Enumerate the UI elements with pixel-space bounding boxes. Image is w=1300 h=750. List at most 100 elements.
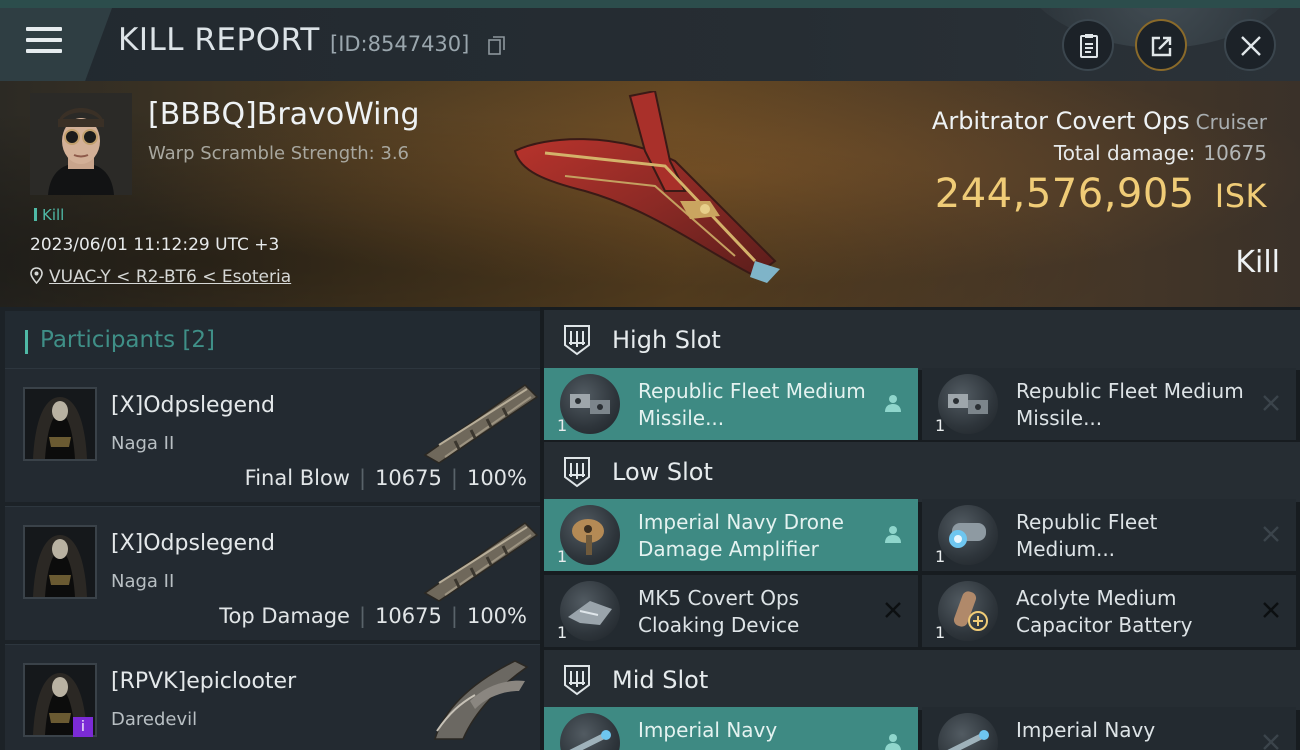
participant-row[interactable]: [X]Odpslegend Naga II Top Damage | 10675 | 1… [5, 506, 540, 640]
mid-slot-header: Mid Slot [544, 650, 1300, 710]
victim-pilot-name[interactable]: [BBBQ]BravoWing [148, 97, 420, 132]
participant-role: Final Blow [244, 466, 350, 490]
victim-banner: [BBBQ]BravoWing Warp Scramble Strength: … [0, 81, 1300, 307]
kill-location[interactable]: VUAC-Y < R2-BT6 < Esoteria [30, 267, 291, 287]
low-slot-header: Low Slot [544, 442, 1300, 502]
location-pin-icon [30, 267, 43, 285]
participant-row[interactable]: [X]Odpslegend Naga II Final Blow | 10675 | 1… [5, 368, 540, 502]
close-icon [1263, 526, 1279, 542]
header-bar: KILL REPORT [ID:8547430] [0, 8, 1300, 81]
participant-portrait [23, 525, 97, 599]
participant-damage: 10675 [375, 604, 442, 628]
pilot-portrait[interactable] [30, 93, 132, 195]
close-icon [1263, 734, 1279, 750]
participant-percent: 100% [466, 604, 527, 628]
pilot-avatar-icon [30, 93, 132, 195]
hooded-avatar-icon [33, 397, 87, 459]
kill-timestamp: 2023/06/01 11:12:29 UTC +3 [30, 235, 280, 255]
low-slot-label: Low Slot [612, 458, 713, 486]
imperial-navy-module-icon [560, 713, 620, 750]
participants-panel: Participants [2] [X]Odpslegend Naga II F… [0, 307, 540, 750]
mid-slot-icon [564, 665, 590, 696]
share-button[interactable] [1135, 19, 1187, 71]
module-item[interactable]: 1 MK5 Covert Ops Cloaking Device [544, 575, 918, 647]
kill-id: [ID:8547430] [330, 32, 470, 56]
close-icon [1241, 36, 1261, 56]
drone-amplifier-icon [560, 505, 620, 565]
participant-percent: 100% [466, 466, 527, 490]
hooded-avatar-icon [33, 535, 87, 597]
result-label: Kill [1235, 245, 1280, 280]
fitting-panel: High Slot 1 Republic Fleet Medium Missil… [540, 307, 1300, 750]
mid-slot-label: Mid Slot [612, 666, 709, 694]
participant-stats: Top Damage | 10675 | 100% [219, 604, 527, 628]
ballistic-control-icon [938, 505, 998, 565]
close-icon [885, 602, 901, 618]
participant-ship-image [433, 660, 529, 740]
module-item[interactable]: 1 Imperial Navy Drone Damage Amplifier [544, 499, 918, 571]
participant-name: [RPVK]epiclooter [111, 669, 297, 694]
top-strip [0, 0, 1300, 8]
participants-header[interactable]: Participants [2] [5, 311, 540, 373]
participant-ship: Naga II [111, 571, 175, 592]
participant-role: Top Damage [219, 604, 350, 628]
high-slot-header: High Slot [544, 310, 1300, 370]
module-quantity: 1 [557, 416, 568, 435]
participant-ship: Daredevil [111, 709, 198, 730]
module-item[interactable]: 1 Republic Fleet Medium Missile... [922, 368, 1296, 440]
copy-icon[interactable] [488, 36, 505, 55]
participant-stats: Final Blow | 10675 | 100% [244, 466, 527, 490]
participant-name: [X]Odpslegend [111, 393, 276, 418]
module-name: Imperial Navy Drone Damage Amplifier [638, 510, 844, 561]
module-quantity: 1 [557, 623, 568, 642]
module-item[interactable]: 1 Acolyte Medium Capacitor Battery [922, 575, 1296, 647]
high-slot-label: High Slot [612, 326, 721, 354]
module-name: Imperial Navy [1016, 718, 1156, 742]
imperial-navy-module-icon [938, 713, 998, 750]
module-quantity: 1 [935, 547, 946, 566]
high-slot-icon [564, 325, 590, 356]
missile-launcher-icon [560, 374, 620, 434]
info-badge: i [73, 717, 93, 737]
module-name: Republic Fleet Medium... [1016, 510, 1158, 561]
warp-scramble-strength: Warp Scramble Strength: 3.6 [148, 143, 410, 164]
total-damage: Total damage: 10675 [1053, 141, 1267, 165]
participants-title: Participants [2] [40, 327, 215, 353]
low-slot-icon [564, 457, 590, 488]
cloaking-device-icon [560, 581, 620, 641]
location-link[interactable]: VUAC-Y < R2-BT6 < Esoteria [49, 267, 291, 287]
isk-value: 244,576,905 ISK [934, 171, 1267, 217]
participant-ship-image [423, 522, 539, 602]
participant-ship: Naga II [111, 433, 175, 454]
participant-damage: 10675 [375, 466, 442, 490]
module-item[interactable]: 1 Republic Fleet Medium Missile... [544, 368, 918, 440]
module-quantity: 1 [935, 623, 946, 642]
clipboard-button[interactable] [1062, 19, 1114, 71]
person-icon [885, 526, 901, 543]
close-button[interactable] [1224, 19, 1276, 71]
victim-ship-image [513, 91, 780, 283]
hamburger-icon [26, 27, 62, 53]
menu-button[interactable] [0, 8, 112, 81]
module-name: Acolyte Medium Capacitor Battery [1016, 586, 1193, 637]
page-title: KILL REPORT [118, 22, 320, 58]
module-item[interactable]: Imperial Navy [544, 707, 918, 750]
missile-launcher-icon [938, 374, 998, 434]
share-icon [1151, 36, 1172, 57]
person-icon [885, 734, 901, 750]
module-item[interactable]: Imperial Navy [922, 707, 1296, 750]
close-icon [1263, 395, 1279, 411]
total-damage-value: 10675 [1203, 141, 1267, 165]
module-quantity: 1 [935, 416, 946, 435]
participant-row[interactable]: i [RPVK]epiclooter Daredevil [5, 644, 540, 750]
module-name: Imperial Navy [638, 718, 778, 742]
module-item[interactable]: 1 Republic Fleet Medium... [922, 499, 1296, 571]
participant-name: [X]Odpslegend [111, 531, 276, 556]
module-name: MK5 Covert Ops Cloaking Device [638, 586, 800, 637]
kill-tag: Kill [34, 206, 64, 224]
isk-unit: ISK [1214, 177, 1267, 215]
ship-class: Cruiser [1195, 110, 1267, 134]
participant-ship-image [423, 384, 539, 464]
person-icon [885, 395, 901, 412]
module-name: Republic Fleet Medium Missile... [638, 379, 866, 430]
